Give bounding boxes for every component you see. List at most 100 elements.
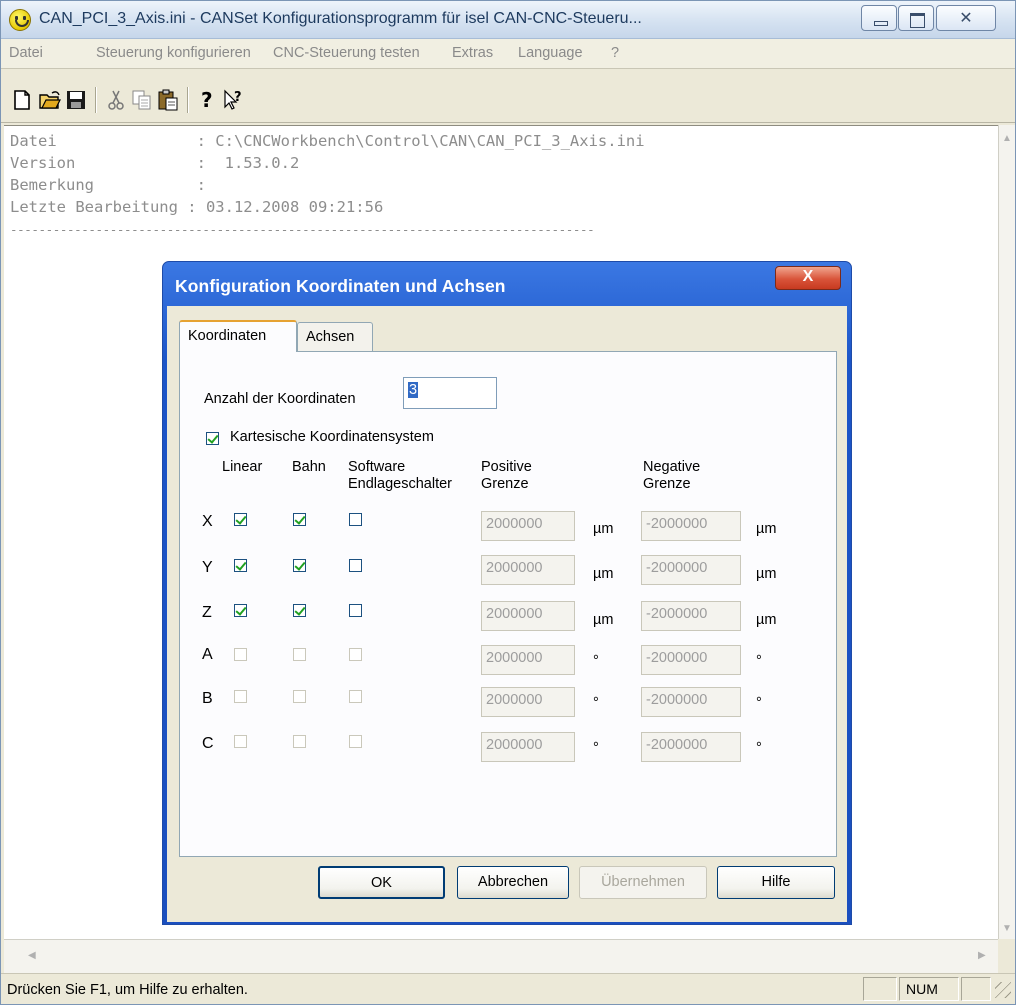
negative-limit-input[interactable]: -2000000 [641,511,741,541]
software-endlage-checkbox[interactable] [349,604,362,617]
svg-text:?: ? [201,89,213,111]
linear-checkbox[interactable] [234,513,247,526]
new-icon[interactable] [11,89,33,111]
svg-text:?: ? [234,90,242,105]
help-icon[interactable]: ? [197,89,219,111]
window-title: CAN_PCI_3_Axis.ini - CANSet Konfiguratio… [39,10,642,27]
software-endlage-checkbox[interactable] [349,559,362,572]
positive-limit-input[interactable]: 2000000 [481,732,575,762]
header-endlageschalter: Endlageschalter [348,476,452,492]
unit-label: ° [593,740,599,756]
axis-label: A [202,646,213,663]
unit-label: µm [756,612,777,628]
smiley-app-icon [9,9,31,31]
header-negative-grenze: Grenze [643,476,691,492]
negative-limit-input[interactable]: -2000000 [641,687,741,717]
apply-button[interactable]: Übernehmen [579,866,707,899]
menu-language[interactable]: Language [518,45,583,61]
unit-label: ° [593,695,599,711]
toolbar-separator [95,87,97,113]
menu-cnc-steuerung-testen[interactable]: CNC-Steuerung testen [273,45,420,61]
tab-koordinaten[interactable]: Koordinaten [179,320,297,352]
software-endlage-checkbox[interactable] [349,735,362,748]
linear-checkbox[interactable] [234,559,247,572]
tab-achsen[interactable]: Achsen [297,322,373,352]
negative-limit-input[interactable]: -2000000 [641,732,741,762]
software-endlage-checkbox[interactable] [349,513,362,526]
close-icon: ✕ [959,10,973,27]
cartesian-checkbox[interactable] [206,432,219,445]
menu-steuerung-konfigurieren[interactable]: Steuerung konfigurieren [96,45,251,61]
status-pane-cap [863,977,897,1001]
bahn-checkbox[interactable] [293,559,306,572]
save-icon[interactable] [65,89,87,111]
positive-limit-input[interactable]: 2000000 [481,555,575,585]
close-icon: X [802,268,814,285]
bahn-checkbox[interactable] [293,513,306,526]
tab-panel-koordinaten: Anzahl der Koordinaten 3 Kartesische Koo… [179,351,837,857]
header-negative: Negative [643,459,701,475]
positive-limit-input[interactable]: 2000000 [481,511,575,541]
count-label: Anzahl der Koordinaten [204,391,356,407]
scroll-left-icon[interactable]: ◀ [28,950,36,961]
unit-label: ° [593,653,599,669]
linear-checkbox[interactable] [234,735,247,748]
positive-limit-input[interactable]: 2000000 [481,645,575,675]
resize-grip[interactable] [995,982,1011,998]
status-bar: Drücken Sie F1, um Hilfe zu erhalten. NU… [1,973,1015,1004]
positive-limit-input[interactable]: 2000000 [481,601,575,631]
scroll-up-icon[interactable]: ▲ [1002,133,1012,144]
linear-checkbox[interactable] [234,648,247,661]
menu-help[interactable]: ? [611,45,619,61]
negative-limit-input[interactable]: -2000000 [641,555,741,585]
paste-icon[interactable] [157,89,179,111]
scroll-down-icon[interactable]: ▼ [1002,923,1012,934]
title-bar: CAN_PCI_3_Axis.ini - CANSet Konfiguratio… [1,1,1015,39]
minimize-button[interactable] [861,5,897,31]
linear-checkbox[interactable] [234,604,247,617]
bahn-checkbox[interactable] [293,690,306,703]
help-button[interactable]: Hilfe [717,866,835,899]
bahn-checkbox[interactable] [293,604,306,617]
software-endlage-checkbox[interactable] [349,648,362,661]
scroll-right-icon[interactable]: ▶ [978,950,986,961]
vertical-scrollbar[interactable]: ▲ ▼ [998,125,1015,939]
config-dialog: Konfiguration Koordinaten und Achsen X A… [162,261,852,925]
cut-icon[interactable] [105,89,127,111]
cartesian-label: Kartesische Koordinatensystem [230,429,434,445]
count-input[interactable]: 3 [403,377,497,409]
count-value: 3 [408,382,419,398]
negative-limit-input[interactable]: -2000000 [641,601,741,631]
context-help-icon[interactable]: ? [223,89,245,111]
menu-bar: Datei Steuerung konfigurieren CNC-Steuer… [1,39,1015,69]
editor-line: Datei : C:\CNCWorkbench\Control\CAN\CAN_… [10,132,645,150]
menu-datei[interactable]: Datei [9,45,43,61]
horizontal-scrollbar[interactable]: ◀ ▶ [4,939,998,973]
unit-label: µm [593,612,614,628]
tab-label: Koordinaten [188,328,267,344]
editor-separator-line: ----------------------------------------… [10,222,595,237]
toolbar [1,69,1015,123]
close-button[interactable]: ✕ [936,5,996,31]
linear-checkbox[interactable] [234,690,247,703]
negative-limit-input[interactable]: -2000000 [641,645,741,675]
editor-line: Letzte Bearbeitung : 03.12.2008 09:21:56 [10,198,384,216]
open-icon[interactable] [39,89,61,111]
menu-extras[interactable]: Extras [452,45,493,61]
bahn-checkbox[interactable] [293,735,306,748]
maximize-button[interactable] [898,5,934,31]
dialog-close-button[interactable]: X [775,266,841,290]
copy-icon[interactable] [131,89,153,111]
num-indicator: NUM [906,981,938,997]
axis-label: C [202,735,214,752]
header-positive-grenze: Grenze [481,476,529,492]
toolbar-separator [187,87,189,113]
positive-limit-input[interactable]: 2000000 [481,687,575,717]
ok-button[interactable]: OK [318,866,445,899]
dialog-title: Konfiguration Koordinaten und Achsen [175,276,506,296]
bahn-checkbox[interactable] [293,648,306,661]
software-endlage-checkbox[interactable] [349,690,362,703]
cancel-button[interactable]: Abbrechen [457,866,569,899]
status-pane-scrl [961,977,991,1001]
axis-label: Y [202,559,213,576]
